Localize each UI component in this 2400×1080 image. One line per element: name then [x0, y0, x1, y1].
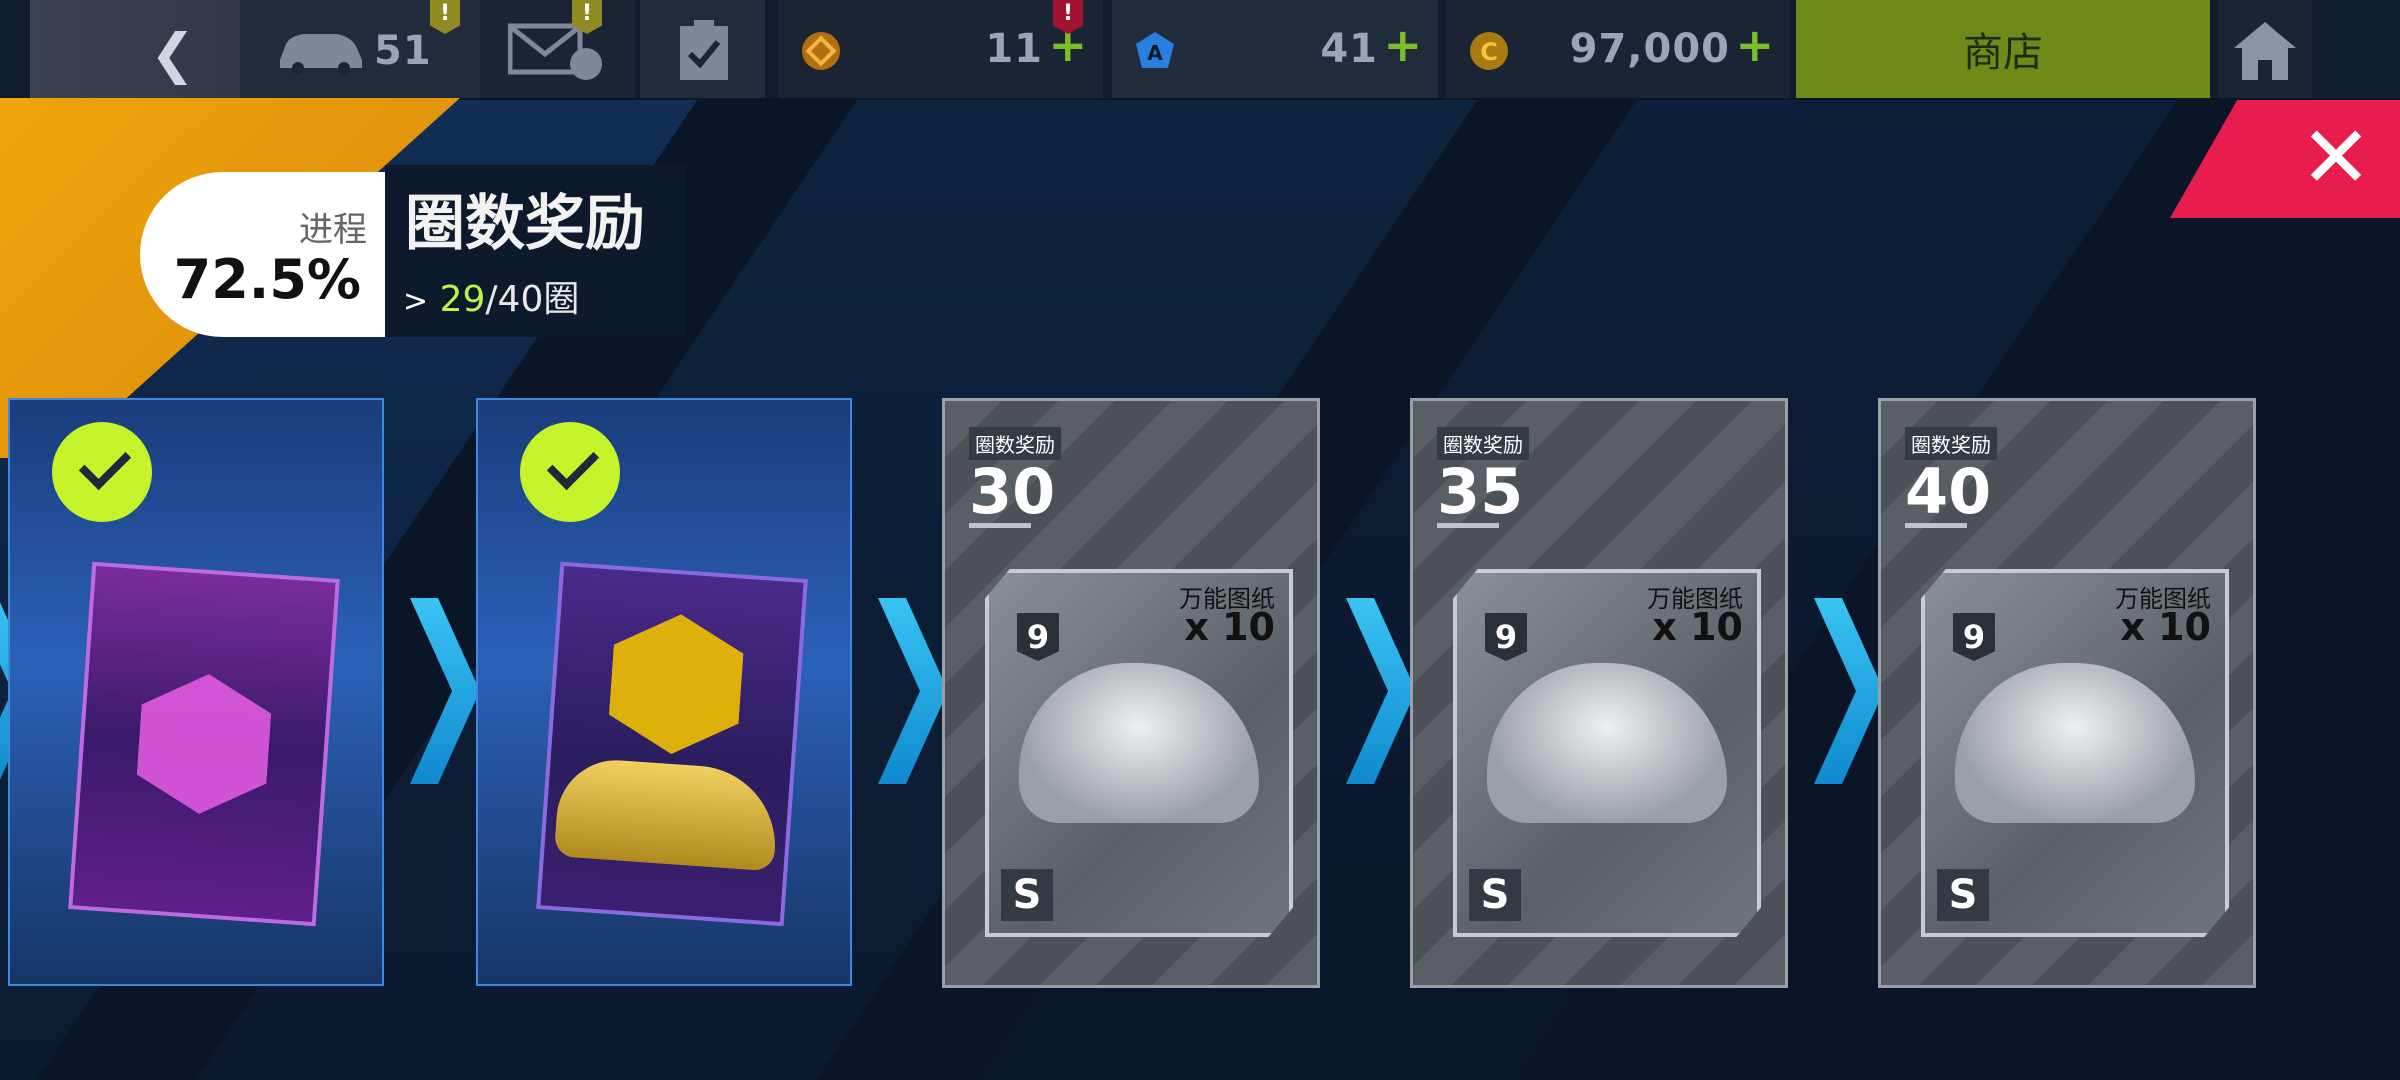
- sports-car-icon: [553, 756, 781, 872]
- svg-text:C: C: [1480, 38, 1498, 66]
- credits-coin-icon: C: [1470, 32, 1508, 70]
- rank-badge-icon: 9: [1953, 613, 1995, 661]
- claimed-check-icon: [520, 422, 620, 522]
- blueprint-icon: 万能图纸 x 10 9 S: [985, 569, 1293, 937]
- reward-card-4[interactable]: 圈数奖励 35 万能图纸 x 10 9 S: [1410, 398, 1788, 988]
- reward-pack-icon: [68, 561, 340, 927]
- card-laps: 35: [1437, 455, 1524, 528]
- currency-a: 11 + !: [778, 0, 1103, 98]
- claimed-check-icon: [52, 422, 152, 522]
- reward-card-1[interactable]: [8, 398, 384, 986]
- divider: [1437, 523, 1499, 528]
- car-pack-icon: [536, 561, 808, 927]
- svg-text:A: A: [1147, 41, 1163, 65]
- garage-alert-badge: !: [430, 0, 460, 34]
- credits-add-button[interactable]: +: [1735, 18, 1774, 72]
- credits: C 97,000 +: [1446, 0, 1790, 98]
- currency-b-add-button[interactable]: +: [1383, 18, 1422, 72]
- currency-a-value: 11: [985, 26, 1043, 72]
- car-icon: [280, 34, 362, 74]
- chevron-emblem-icon: [606, 610, 745, 759]
- covered-car-icon: [1019, 663, 1259, 823]
- laps-current: 29: [439, 279, 486, 320]
- divider: [969, 523, 1031, 528]
- divider: [1905, 523, 1967, 528]
- tasks-button[interactable]: [640, 0, 765, 98]
- laps-total: /40圈: [485, 279, 580, 320]
- rank-badge-icon: 9: [1485, 613, 1527, 661]
- credits-value: 97,000: [1569, 26, 1730, 72]
- blueprint-icon: 万能图纸 x 10 9 S: [1921, 569, 2229, 937]
- chevron-left-icon: ❮: [150, 22, 196, 85]
- card-laps: 40: [1905, 455, 1992, 528]
- card-laps: 30: [969, 455, 1056, 528]
- rank-badge-icon: 9: [1017, 613, 1059, 661]
- shop-button[interactable]: 商店: [1796, 0, 2210, 98]
- blueprint-count: x 10: [1184, 605, 1275, 649]
- reward-card-3[interactable]: 圈数奖励 30 万能图纸 x 10 9 S: [942, 398, 1320, 988]
- mail-button[interactable]: !: [480, 0, 635, 98]
- covered-car-icon: [1955, 663, 2195, 823]
- clipboard-check-icon: [680, 20, 728, 80]
- currency-b-value: 41: [1320, 26, 1378, 72]
- blueprint-count: x 10: [1652, 605, 1743, 649]
- top-bar: ❮ 51 ! ! 11 + ! A 41 + C 97,000 + 商店: [0, 0, 2400, 98]
- reward-card-2[interactable]: [476, 398, 852, 986]
- cars-count: 51: [374, 28, 432, 74]
- blueprint-count: x 10: [2120, 605, 2211, 649]
- class-badge: S: [1001, 869, 1053, 921]
- lap-reward-header: 圈数奖励 > 29/40圈: [385, 165, 685, 337]
- blue-token-icon: A: [1136, 32, 1174, 68]
- covered-car-icon: [1487, 663, 1727, 823]
- shop-label: 商店: [1963, 30, 2043, 76]
- emblem-icon: [134, 670, 273, 819]
- progress-label: 进程: [299, 210, 367, 250]
- blueprint-icon: 万能图纸 x 10 9 S: [1453, 569, 1761, 937]
- page-title: 圈数奖励: [405, 189, 645, 259]
- home-button[interactable]: [2218, 0, 2312, 98]
- currency-b: A 41 +: [1112, 0, 1438, 98]
- diamond-token-icon: [802, 32, 840, 70]
- home-icon: [2234, 22, 2296, 80]
- progress-pill: 进程 72.5%: [140, 172, 385, 337]
- class-badge: S: [1469, 869, 1521, 921]
- chevron-right-icon: >: [403, 284, 429, 319]
- garage-button[interactable]: 51 !: [240, 0, 480, 98]
- progress-percent: 72.5%: [173, 248, 361, 311]
- laps-progress: > 29/40圈: [403, 270, 579, 322]
- class-badge: S: [1937, 869, 1989, 921]
- close-icon: ✕: [2299, 108, 2372, 208]
- reward-card-5[interactable]: 圈数奖励 40 万能图纸 x 10 9 S: [1878, 398, 2256, 988]
